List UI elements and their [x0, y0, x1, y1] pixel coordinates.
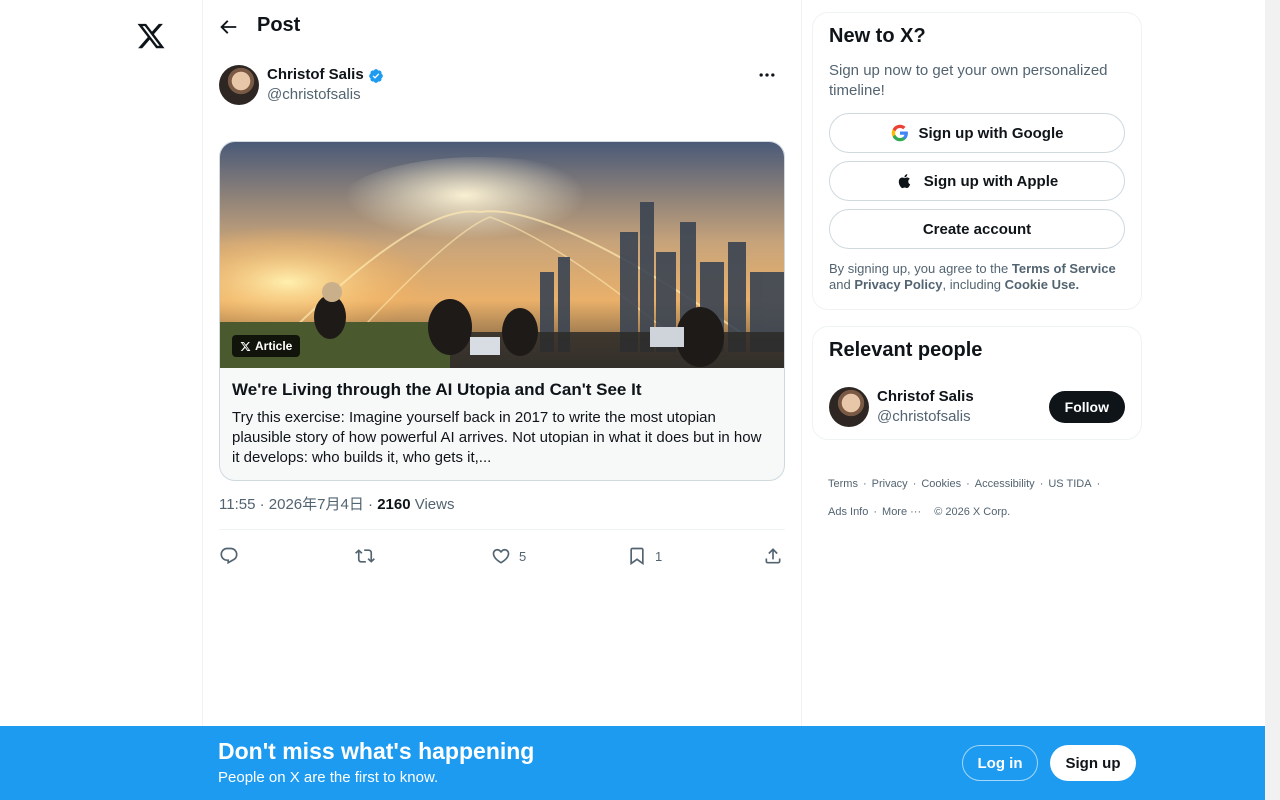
footer-separator: ·: [1039, 478, 1044, 490]
login-banner: Don't miss what's happening People on X …: [0, 726, 1265, 800]
footer-link-privacy[interactable]: Privacy: [872, 478, 908, 490]
footer-separator: ·: [873, 506, 878, 518]
scrollbar[interactable]: [1265, 0, 1280, 800]
login-button[interactable]: Log in: [962, 745, 1038, 781]
article-badge-label: Article: [255, 339, 293, 353]
signup-title: New to X?: [829, 25, 926, 47]
banner-subtitle: People on X are the first to know.: [218, 769, 439, 786]
article-cover-image: [220, 142, 784, 368]
page-title: Post: [257, 14, 301, 36]
reply-icon: [220, 547, 238, 565]
footer-separator: ·: [862, 478, 867, 490]
main-column: Post Christof Salis @christofsalis Artic…: [203, 0, 802, 800]
meta-separator: ·: [368, 496, 378, 513]
footer-link-ads-info[interactable]: Ads Info: [828, 506, 868, 518]
signup-button[interactable]: Sign up: [1050, 745, 1136, 781]
create-account-button[interactable]: Create account: [829, 209, 1125, 249]
author-handle[interactable]: @christofsalis: [267, 86, 361, 103]
x-logo-icon[interactable]: [136, 21, 166, 51]
arrow-left-icon[interactable]: [217, 16, 239, 38]
more-options-icon[interactable]: [757, 65, 777, 85]
x-logo-icon: [240, 341, 251, 351]
copyright: © 2026 X Corp.: [934, 506, 1011, 518]
legal-and: and: [829, 277, 855, 292]
views-label: Views: [414, 496, 455, 513]
google-icon: [891, 124, 908, 142]
post-date[interactable]: 2026年7月4日: [269, 496, 364, 513]
divider: [219, 529, 785, 530]
article-description: Try this exercise: Imagine yourself back…: [232, 409, 762, 466]
footer-separator: ·: [966, 478, 970, 490]
like-button[interactable]: 5: [491, 544, 526, 568]
post-author: Christof Salis @christofsalis: [219, 65, 785, 109]
bookmark-icon: [630, 547, 644, 566]
post-actions: 5 1: [219, 544, 785, 568]
signup-apple-label: Sign up with Apple: [923, 172, 1059, 190]
post-time[interactable]: 11:55: [219, 496, 255, 513]
article-badge: Article: [232, 335, 301, 357]
reply-button[interactable]: [219, 544, 247, 568]
signup-legal: By signing up, you agree to the Terms of…: [829, 261, 1129, 293]
signup-apple-button[interactable]: Sign up with Apple: [829, 161, 1125, 201]
footer-link-accessibility[interactable]: Accessibility: [975, 478, 1035, 490]
avatar[interactable]: [829, 387, 869, 427]
privacy-link[interactable]: Privacy Policy: [854, 277, 942, 292]
person-name[interactable]: Christof Salis: [877, 388, 974, 405]
bookmark-button[interactable]: 1: [627, 544, 662, 568]
banner-title: Don't miss what's happening: [218, 738, 535, 764]
author-name[interactable]: Christof Salis: [267, 66, 364, 83]
relevant-people-panel: Relevant people Christof Salis @christof…: [812, 326, 1142, 440]
repost-button[interactable]: [355, 544, 383, 568]
relevant-people-title: Relevant people: [829, 339, 983, 361]
views-count: 2160: [377, 496, 411, 513]
signup-panel: New to X? Sign up now to get your own pe…: [812, 12, 1142, 310]
cookie-link[interactable]: Cookie Use.: [1005, 277, 1079, 292]
article-card[interactable]: Article We're Living through the AI Utop…: [219, 141, 785, 481]
like-count: 5: [519, 548, 527, 564]
repost-icon: [355, 549, 375, 563]
legal-prefix: By signing up, you agree to the: [829, 261, 1012, 276]
signup-google-button[interactable]: Sign up with Google: [829, 113, 1125, 153]
signup-google-label: Sign up with Google: [918, 124, 1064, 142]
post-meta: 11:55 · 2026年7月4日 · 2160 Views: [219, 493, 454, 514]
share-button[interactable]: [763, 544, 783, 568]
footer-separator: ·: [1096, 478, 1101, 490]
follow-button[interactable]: Follow: [1048, 391, 1125, 423]
verified-badge-icon: [369, 69, 383, 83]
page-header: Post: [203, 0, 801, 53]
create-account-label: Create account: [922, 220, 1032, 238]
bookmark-count: 1: [655, 548, 663, 564]
left-nav: [0, 0, 203, 800]
footer-link-more[interactable]: More ···: [882, 506, 921, 518]
footer-separator: ·: [912, 478, 917, 490]
heart-icon: [492, 548, 510, 564]
footer-separator: [926, 506, 929, 518]
legal-including: , including: [942, 277, 1005, 292]
footer-link-us-tida[interactable]: US TIDA: [1048, 478, 1091, 490]
signup-subtitle: Sign up now to get your own personalized…: [829, 62, 1108, 99]
article-title: We're Living through the AI Utopia and C…: [232, 380, 642, 399]
footer-links: Terms · Privacy · Cookies · Accessibility · US T…: [828, 470, 1128, 526]
person-handle[interactable]: @christofsalis: [877, 408, 971, 425]
terms-link[interactable]: Terms of Service: [1012, 261, 1116, 276]
apple-icon: [898, 174, 910, 189]
footer-link-terms[interactable]: Terms: [828, 478, 858, 490]
avatar[interactable]: [219, 65, 259, 105]
footer-link-cookies[interactable]: Cookies: [921, 478, 961, 490]
meta-separator: ·: [259, 496, 269, 513]
share-icon: [765, 548, 781, 564]
